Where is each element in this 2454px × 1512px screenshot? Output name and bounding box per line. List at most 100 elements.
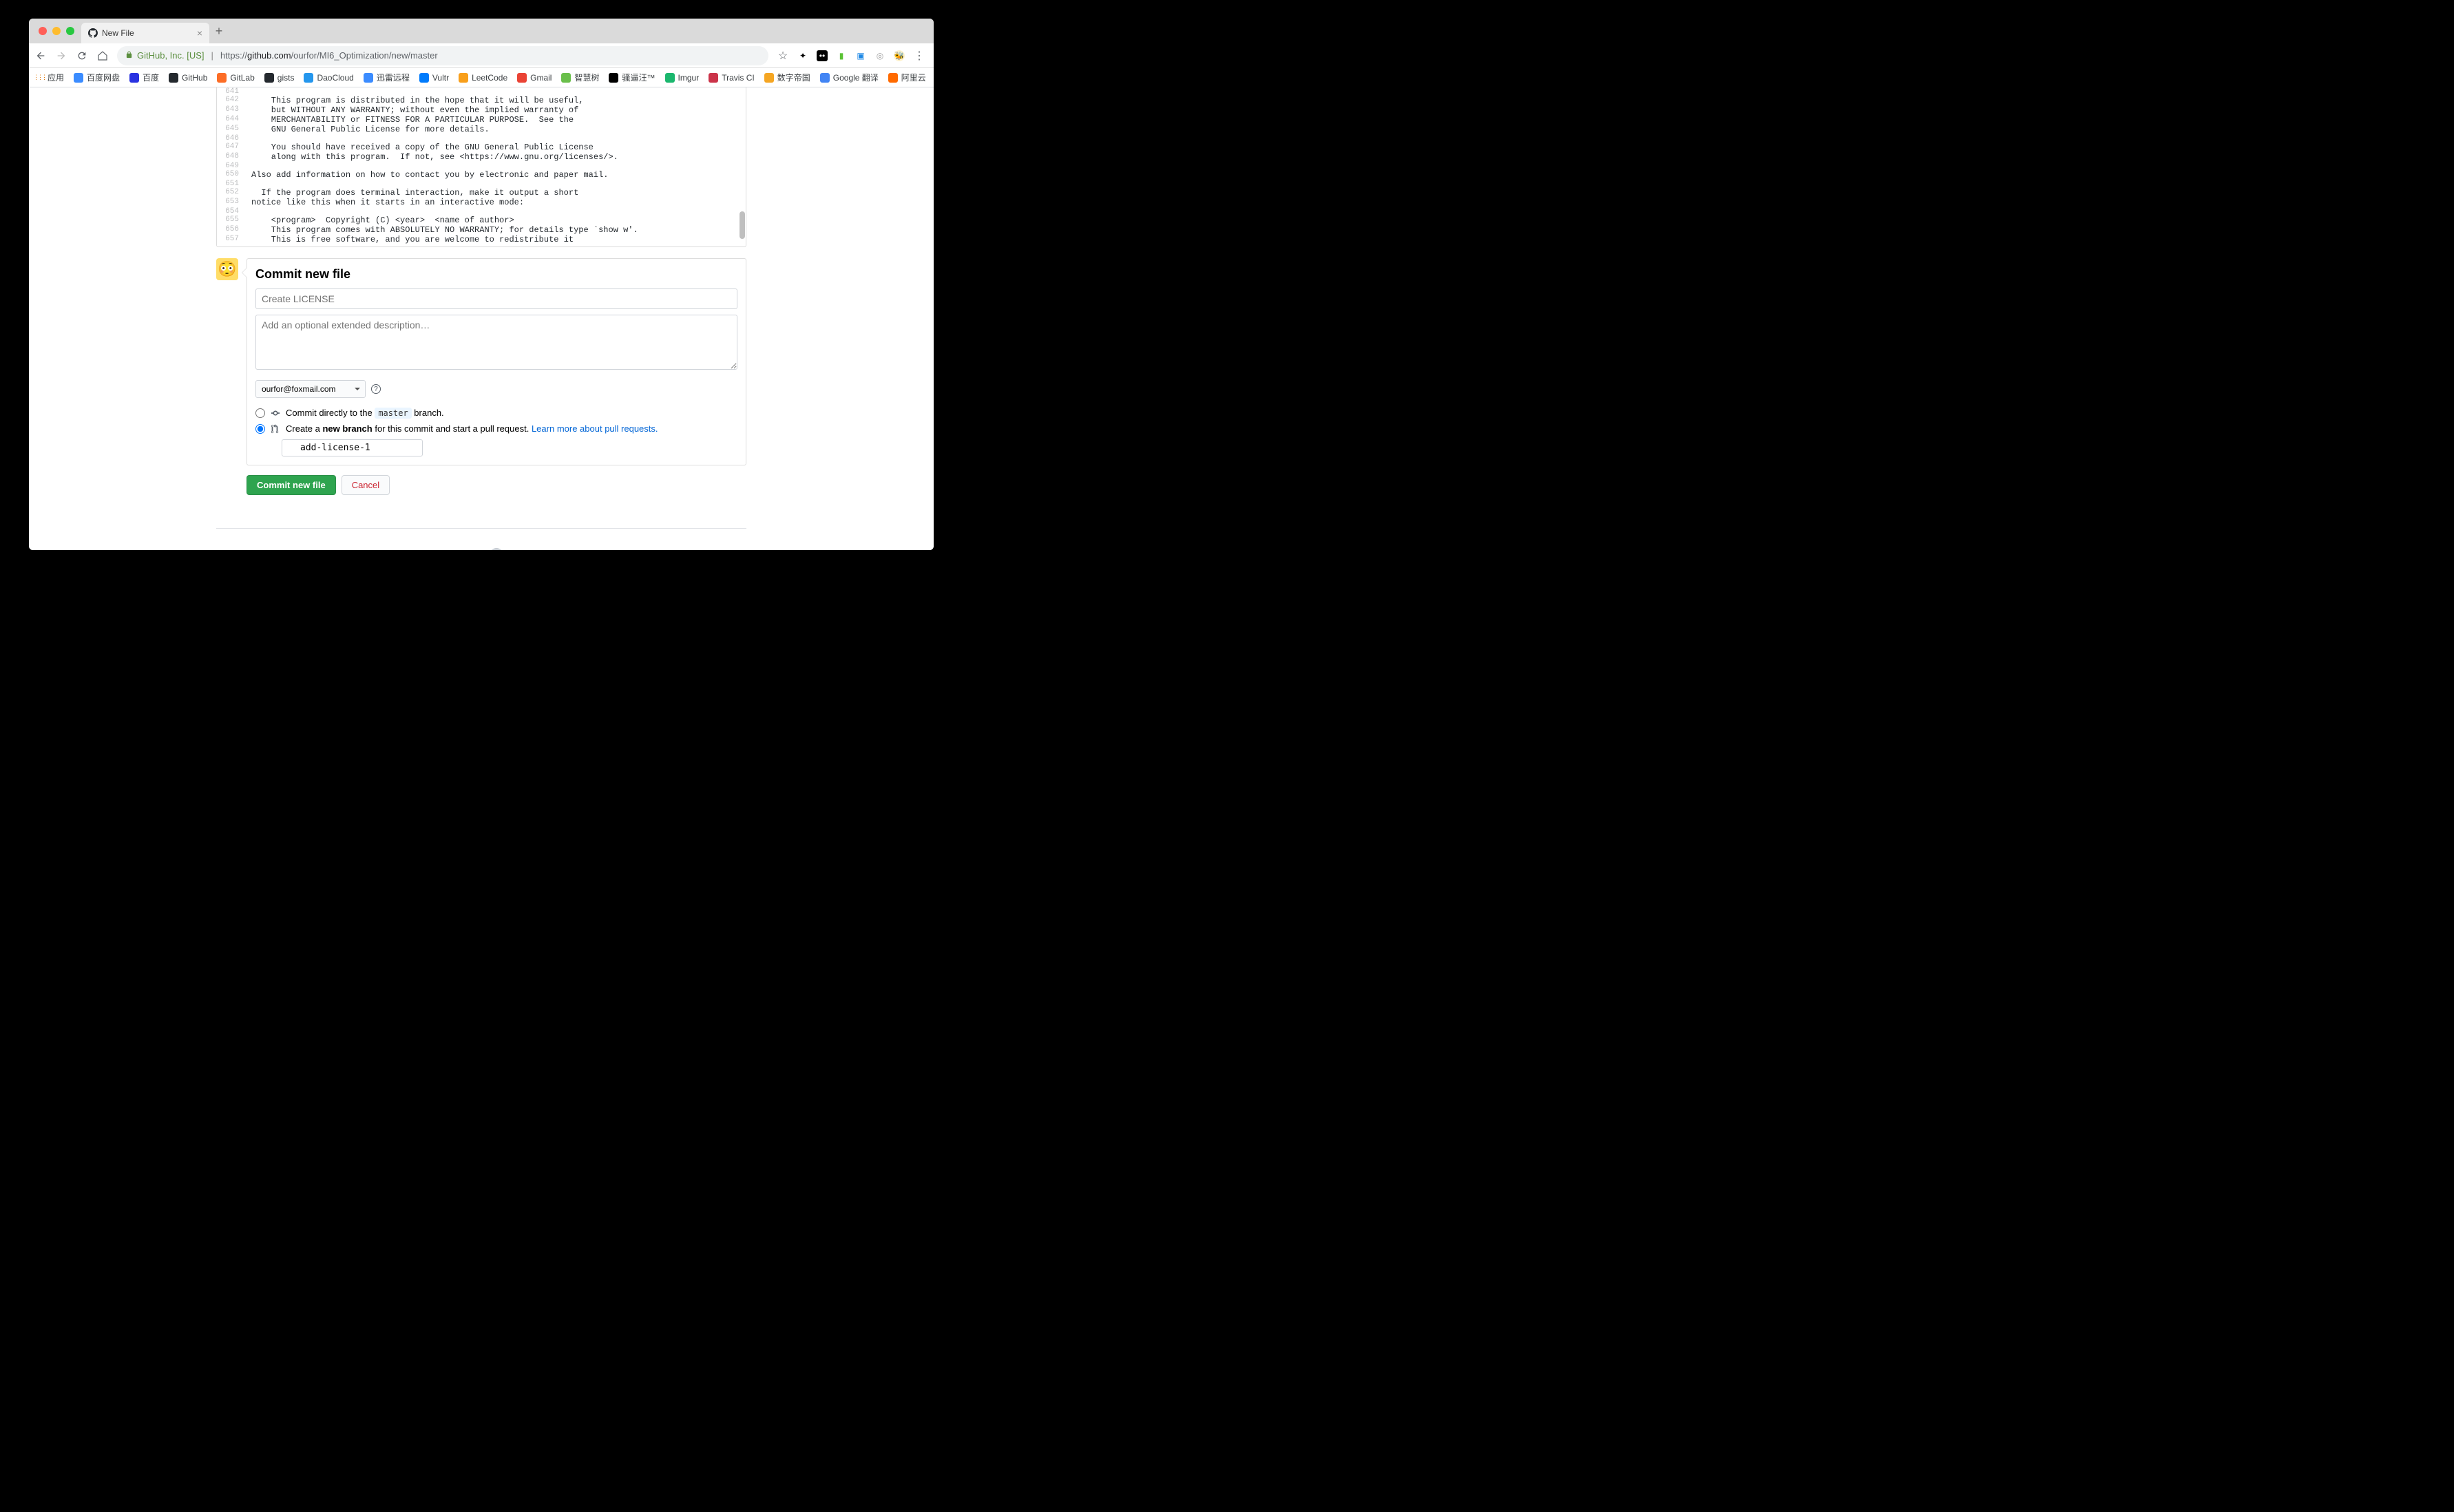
code-content[interactable] xyxy=(244,207,746,216)
menu-button[interactable]: ⋮ xyxy=(913,49,925,63)
new-tab-button[interactable]: + xyxy=(209,24,229,39)
commit-direct-radio[interactable] xyxy=(255,408,265,418)
code-content[interactable]: but WITHOUT ANY WARRANTY; without even t… xyxy=(244,105,746,115)
line-number[interactable]: 655 xyxy=(217,216,244,225)
scrollbar-thumb[interactable] xyxy=(740,211,745,239)
bookmark-item[interactable]: GitLab xyxy=(217,73,254,83)
code-content[interactable]: This program is distributed in the hope … xyxy=(244,96,746,105)
commit-new-file-button[interactable]: Commit new file xyxy=(247,475,336,495)
page-content: 641642 This program is distributed in th… xyxy=(29,87,934,550)
line-number[interactable]: 645 xyxy=(217,125,244,134)
code-content[interactable]: You should have received a copy of the G… xyxy=(244,143,746,152)
bookmark-item[interactable]: 迅雷远程 xyxy=(364,72,410,83)
minimize-window-button[interactable] xyxy=(52,27,61,35)
line-number[interactable]: 641 xyxy=(217,87,244,96)
line-number[interactable]: 646 xyxy=(217,134,244,143)
maximize-window-button[interactable] xyxy=(66,27,74,35)
browser-tab[interactable]: New File × xyxy=(81,23,209,43)
line-number[interactable]: 656 xyxy=(217,225,244,235)
bookmark-item[interactable]: Imgur xyxy=(665,73,700,83)
bookmarks-bar: ⋮⋮⋮ 应用百度网盘百度 GitHub GitLab gists DaoCloud 迅雷远程… xyxy=(29,68,934,87)
extension-icon-5[interactable]: ◎ xyxy=(874,50,885,61)
bookmark-item[interactable]: Vultr xyxy=(419,73,449,83)
github-logo-icon[interactable] xyxy=(489,548,504,550)
line-number[interactable]: 648 xyxy=(217,152,244,162)
code-content[interactable]: along with this program. If not, see <ht… xyxy=(244,152,746,162)
commit-new-branch-radio-row[interactable]: Create a new branch for this commit and … xyxy=(255,423,737,434)
code-editor[interactable]: 641642 This program is distributed in th… xyxy=(216,87,746,247)
code-line: 641 xyxy=(217,87,746,96)
bookmark-label: 应用 xyxy=(48,72,64,83)
code-content[interactable]: GNU General Public License for more deta… xyxy=(244,125,746,134)
gists-icon xyxy=(264,73,274,83)
new-branch-name-input[interactable] xyxy=(282,439,423,456)
code-line: 642 This program is distributed in the h… xyxy=(217,96,746,105)
code-content[interactable] xyxy=(244,87,746,96)
code-content[interactable] xyxy=(244,134,746,143)
bookmark-item[interactable]: DaoCloud xyxy=(304,73,353,83)
line-number[interactable]: 650 xyxy=(217,170,244,180)
code-line: 653notice like this when it starts in an… xyxy=(217,198,746,207)
travis-icon xyxy=(709,73,718,83)
bookmark-star-icon[interactable]: ☆ xyxy=(777,49,789,63)
commit-new-branch-radio[interactable] xyxy=(255,424,265,434)
bookmark-label: 阿里云 xyxy=(901,72,926,83)
line-number[interactable]: 647 xyxy=(217,143,244,152)
bookmark-item[interactable]: 智慧树 xyxy=(561,72,599,83)
code-content[interactable]: notice like this when it starts in an in… xyxy=(244,198,746,207)
extension-icon-2[interactable]: •• xyxy=(817,50,828,61)
bookmark-item[interactable]: 百度 xyxy=(129,72,159,83)
line-number[interactable]: 657 xyxy=(217,235,244,244)
browser-window: New File × + GitHub, Inc. [US] | https:/… xyxy=(29,19,934,550)
bookmark-item[interactable]: Travis CI xyxy=(709,73,755,83)
extension-icon-1[interactable]: ✦ xyxy=(797,50,808,61)
code-line: 655 <program> Copyright (C) <year> <name… xyxy=(217,216,746,225)
extension-icon-3[interactable]: ▮ xyxy=(836,50,847,61)
code-content[interactable]: Also add information on how to contact y… xyxy=(244,170,746,180)
code-content[interactable]: This program comes with ABSOLUTELY NO WA… xyxy=(244,225,746,235)
line-number[interactable]: 649 xyxy=(217,162,244,170)
close-tab-icon[interactable]: × xyxy=(197,28,202,39)
code-content[interactable]: This is free software, and you are welco… xyxy=(244,235,746,244)
cancel-button[interactable]: Cancel xyxy=(342,475,390,495)
line-number[interactable]: 651 xyxy=(217,180,244,188)
code-content[interactable]: MERCHANTABILITY or FITNESS FOR A PARTICU… xyxy=(244,115,746,125)
forward-button[interactable] xyxy=(55,50,67,61)
bookmark-item[interactable]: GitHub xyxy=(169,73,207,83)
bookmark-item[interactable]: ⋮⋮⋮ 应用 xyxy=(34,72,64,83)
profile-avatar-icon[interactable]: 🐝 xyxy=(894,50,905,61)
commit-description-input[interactable] xyxy=(255,315,737,370)
bookmark-item[interactable]: Google 翻译 xyxy=(820,72,879,83)
url-field[interactable]: GitHub, Inc. [US] | https://github.com/o… xyxy=(117,46,768,65)
code-content[interactable]: If the program does terminal interaction… xyxy=(244,188,746,198)
line-number[interactable]: 654 xyxy=(217,207,244,216)
code-content[interactable] xyxy=(244,162,746,170)
help-icon[interactable]: ? xyxy=(371,384,381,394)
commit-summary-input[interactable] xyxy=(255,288,737,309)
code-content[interactable] xyxy=(244,180,746,188)
commit-direct-radio-row[interactable]: Commit directly to the master branch. xyxy=(255,408,737,418)
bookmark-item[interactable]: 阿里云 xyxy=(888,72,926,83)
commit-form-wrap: 😳 Commit new file ourfor@foxmail.com ? xyxy=(216,258,746,465)
close-window-button[interactable] xyxy=(39,27,47,35)
extension-icon-4[interactable]: ▣ xyxy=(855,50,866,61)
line-number[interactable]: 652 xyxy=(217,188,244,198)
line-number[interactable]: 653 xyxy=(217,198,244,207)
author-email-select[interactable]: ourfor@foxmail.com xyxy=(255,380,366,398)
line-number[interactable]: 642 xyxy=(217,96,244,105)
home-button[interactable] xyxy=(96,50,109,61)
apps-icon: ⋮⋮⋮ xyxy=(34,73,44,83)
bookmark-item[interactable]: LeetCode xyxy=(459,73,507,83)
line-number[interactable]: 644 xyxy=(217,115,244,125)
bookmark-item[interactable]: 骚逼汪™ xyxy=(609,72,655,83)
back-button[interactable] xyxy=(34,50,47,61)
code-content[interactable]: <program> Copyright (C) <year> <name of … xyxy=(244,216,746,225)
learn-pull-requests-link[interactable]: Learn more about pull requests. xyxy=(532,423,658,434)
bookmark-item[interactable]: 百度网盘 xyxy=(74,72,120,83)
bookmark-item[interactable]: gists xyxy=(264,73,295,83)
reload-button[interactable] xyxy=(76,50,88,61)
line-number[interactable]: 643 xyxy=(217,105,244,115)
extension-icons: ✦ •• ▮ ▣ ◎ 🐝 ⋮ xyxy=(797,49,928,63)
bookmark-item[interactable]: Gmail xyxy=(517,73,552,83)
bookmark-item[interactable]: 数字帝国 xyxy=(764,72,810,83)
